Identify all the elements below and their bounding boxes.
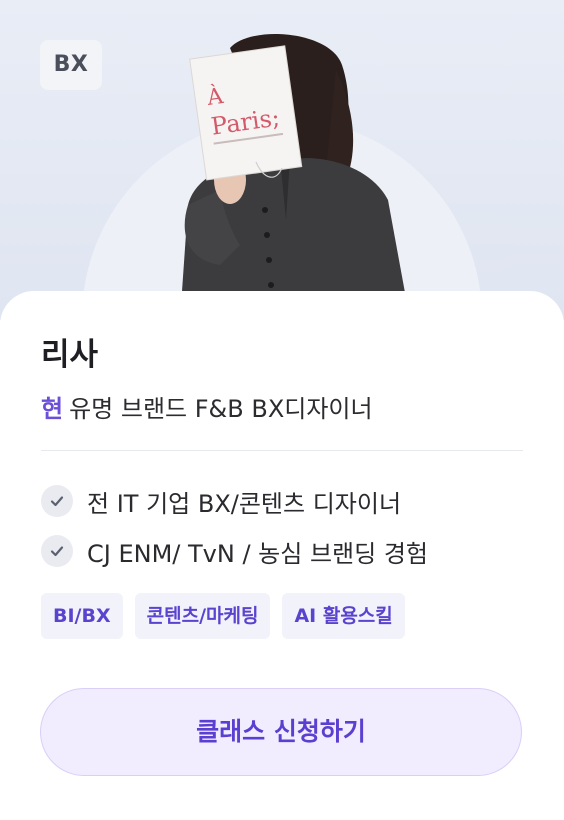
instructor-name: 리사 xyxy=(41,337,99,373)
current-role-text: 유명 브랜드 F&B BX디자이너 xyxy=(69,395,373,423)
career-item: CJ ENM/ TvN / 농심 브랜딩 경험 xyxy=(41,526,428,576)
category-badge: BX xyxy=(40,40,102,90)
profile-panel: 리사 현 유명 브랜드 F&B BX디자이너 전 IT 기업 BX/콘텐츠 디자이… xyxy=(0,291,564,820)
instructor-photo: À Paris; xyxy=(180,33,410,320)
check-icon xyxy=(41,485,73,517)
current-role-prefix: 현 xyxy=(41,395,64,423)
check-icon xyxy=(41,535,73,567)
skill-tags: BI/BX 콘텐츠/마케팅 AI 활용스킬 xyxy=(41,593,405,639)
apply-class-button[interactable]: 클래스 신청하기 xyxy=(40,688,522,776)
tag-content-marketing: 콘텐츠/마케팅 xyxy=(134,593,271,639)
instructor-card[interactable]: À Paris; BX 리사 현 유명 브랜드 F&B BX디자이너 전 IT 기… xyxy=(0,0,564,820)
divider xyxy=(41,450,523,451)
tag-ai-skill: AI 활용스킬 xyxy=(282,593,405,639)
career-list: 전 IT 기업 BX/콘텐츠 디자이너 CJ ENM/ TvN / 농심 브랜딩… xyxy=(41,476,428,576)
hero-section: À Paris; BX xyxy=(0,0,564,320)
career-item: 전 IT 기업 BX/콘텐츠 디자이너 xyxy=(41,476,428,526)
career-item-label: CJ ENM/ TvN / 농심 브랜딩 경험 xyxy=(87,539,428,568)
current-role: 현 유명 브랜드 F&B BX디자이너 xyxy=(41,391,373,427)
career-item-label: 전 IT 기업 BX/콘텐츠 디자이너 xyxy=(87,489,402,518)
tag-bi-bx: BI/BX xyxy=(41,593,123,639)
